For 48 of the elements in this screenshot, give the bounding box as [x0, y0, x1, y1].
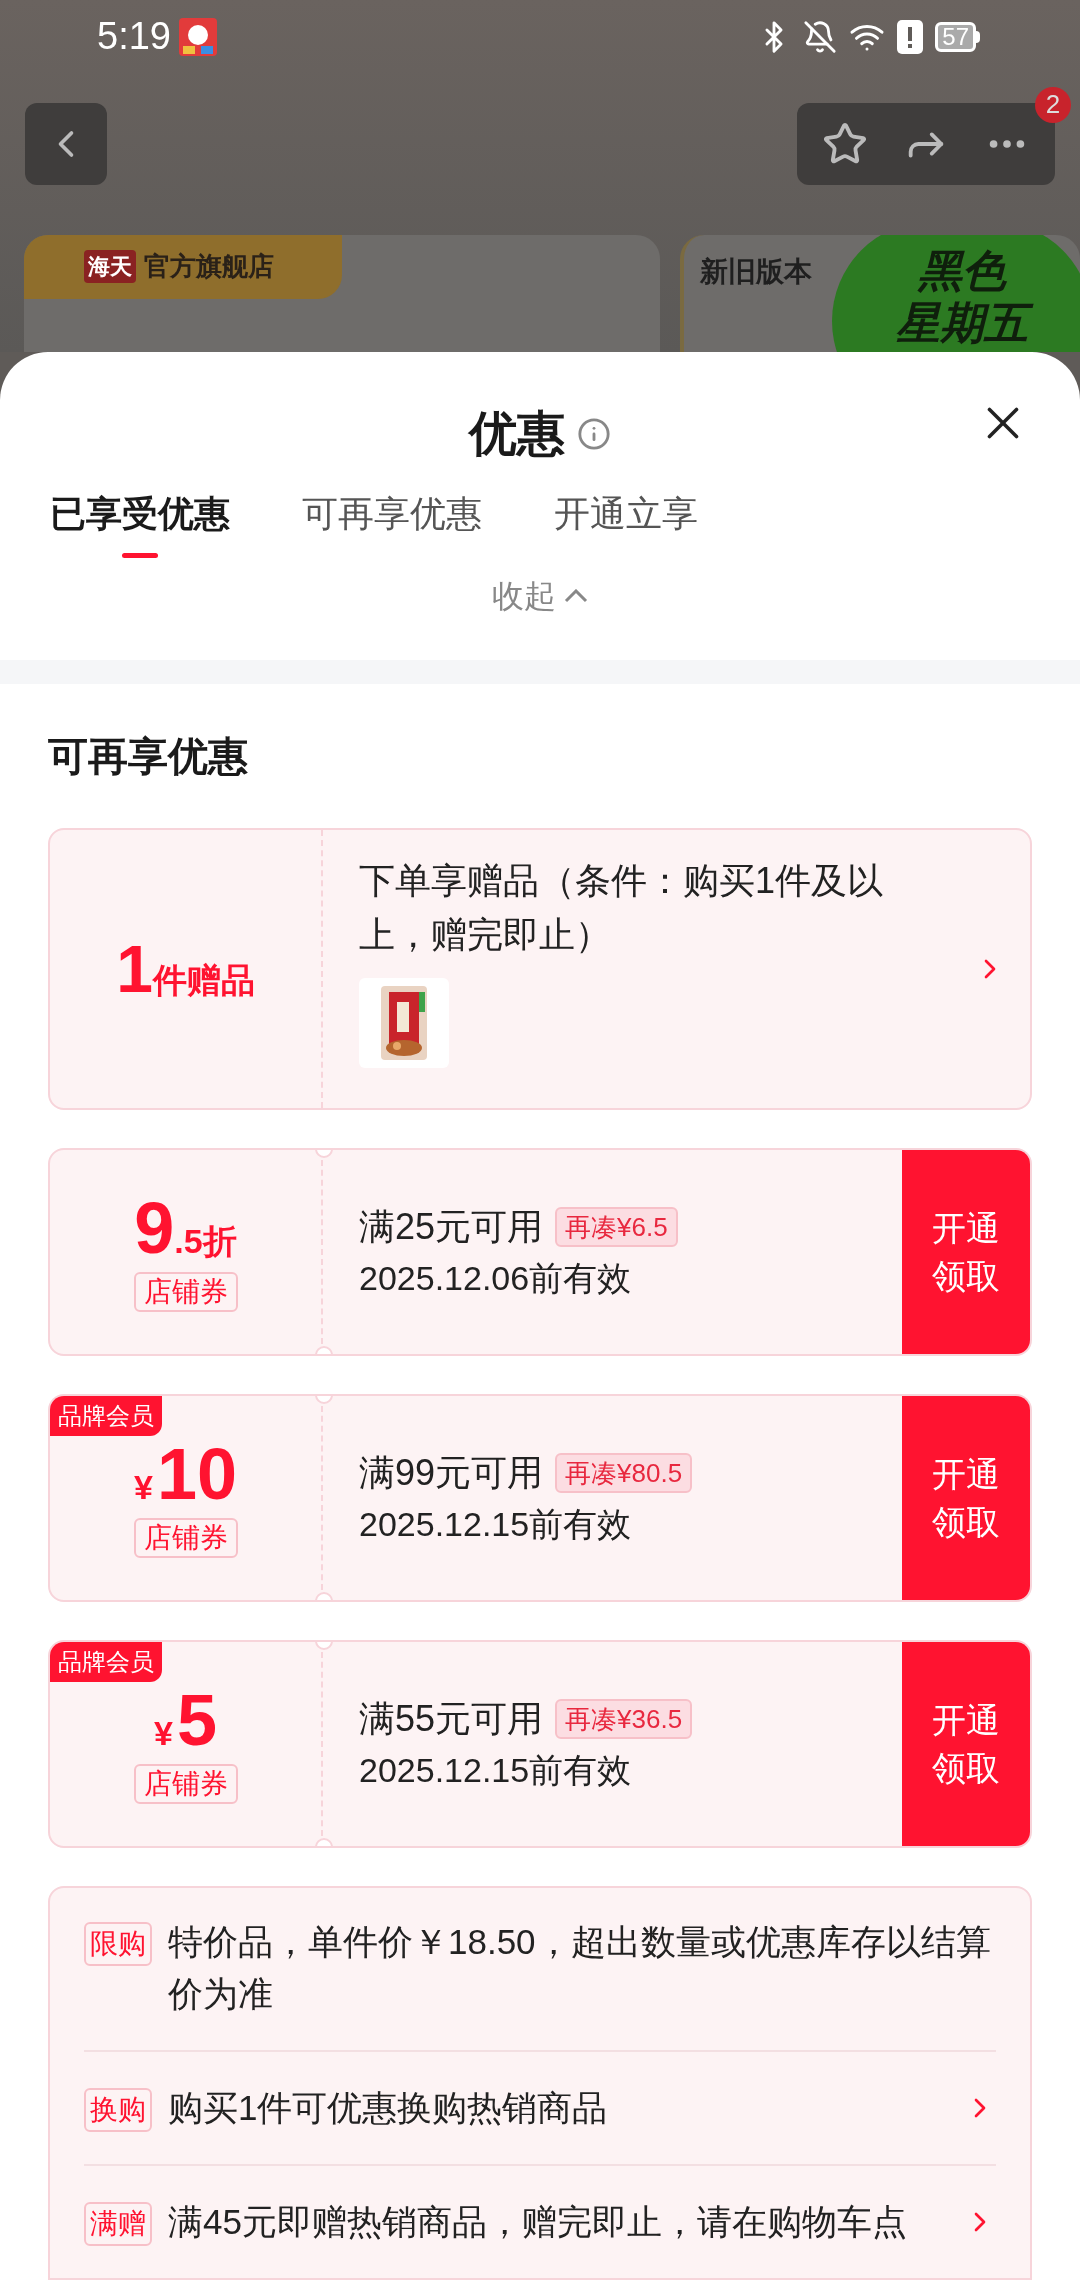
- back-button[interactable]: [25, 102, 107, 185]
- rule-tag: 满赠: [84, 2202, 152, 2246]
- store-name: 官方旗舰店: [144, 250, 274, 284]
- info-icon[interactable]: [577, 416, 611, 451]
- alert-icon: [897, 19, 924, 54]
- store-coupon-tag: 店铺券: [133, 1272, 238, 1312]
- coupon-condition: 满99元可用: [359, 1451, 544, 1496]
- brand-logo: 海天: [84, 250, 136, 284]
- rule-text: 特价品，单件价￥18.50，超出数量或优惠库存以结算价为准: [168, 1921, 992, 2015]
- remaining-amount-tag: 再凑¥6.5: [555, 1206, 678, 1247]
- muted-bell-icon: [803, 19, 838, 54]
- claim-button[interactable]: 开通领取: [902, 1396, 1030, 1600]
- expiry-date: 2025.12.06前有效: [359, 1258, 633, 1300]
- rule-text: 满45元即赠热销商品，赠完即止，请在购物车点: [168, 2201, 908, 2243]
- coupon-condition: 满55元可用: [359, 1697, 544, 1742]
- remaining-amount-tag: 再凑¥36.5: [555, 1698, 693, 1739]
- gift-description: 下单享赠品（条件：购买1件及以上，赠完即止）: [359, 859, 885, 957]
- mascot-icon: [178, 17, 217, 56]
- status-time: 5:19: [97, 14, 171, 60]
- expiry-date: 2025.12.15前有效: [359, 1504, 633, 1546]
- chevron-up-icon: [564, 589, 588, 604]
- tab[interactable]: 已享受优惠: [50, 487, 230, 559]
- coupon-amount: ¥10: [134, 1438, 237, 1510]
- tab[interactable]: 开通立享: [554, 487, 698, 559]
- coupon-condition: 满25元可用: [359, 1205, 544, 1250]
- battery-indicator: 57: [935, 21, 980, 52]
- section-title: 可再享优惠: [48, 733, 249, 780]
- discount-value: 9.5折: [134, 1192, 237, 1264]
- member-badge: 品牌会员: [50, 1396, 162, 1436]
- tab[interactable]: 可再享优惠: [302, 487, 482, 559]
- rule-tag: 换购: [84, 2088, 152, 2132]
- store-coupon-tag: 店铺券: [133, 1518, 238, 1558]
- notification-badge: 2: [1035, 86, 1071, 123]
- coupon-amount: ¥5: [154, 1684, 217, 1756]
- version-label: 新旧版本: [700, 255, 812, 287]
- expiry-date: 2025.12.15前有效: [359, 1750, 633, 1792]
- rule-text: 购买1件可优惠换购热销商品: [168, 2087, 609, 2129]
- remaining-amount-tag: 再凑¥80.5: [555, 1452, 693, 1493]
- promo-text: 星期五: [888, 296, 1036, 349]
- store-coupon-tag: 店铺券: [133, 1764, 238, 1804]
- rule-tag: 限购: [84, 1922, 152, 1966]
- sheet-title: 优惠: [469, 405, 565, 462]
- claim-button[interactable]: 开通领取: [902, 1642, 1030, 1846]
- collapse-button[interactable]: 收起: [492, 572, 588, 621]
- promo-text: 黑色: [916, 244, 1008, 297]
- claim-button[interactable]: 开通领取: [902, 1150, 1030, 1354]
- member-badge: 品牌会员: [50, 1642, 162, 1682]
- gift-count: 1件赠品: [116, 936, 255, 1002]
